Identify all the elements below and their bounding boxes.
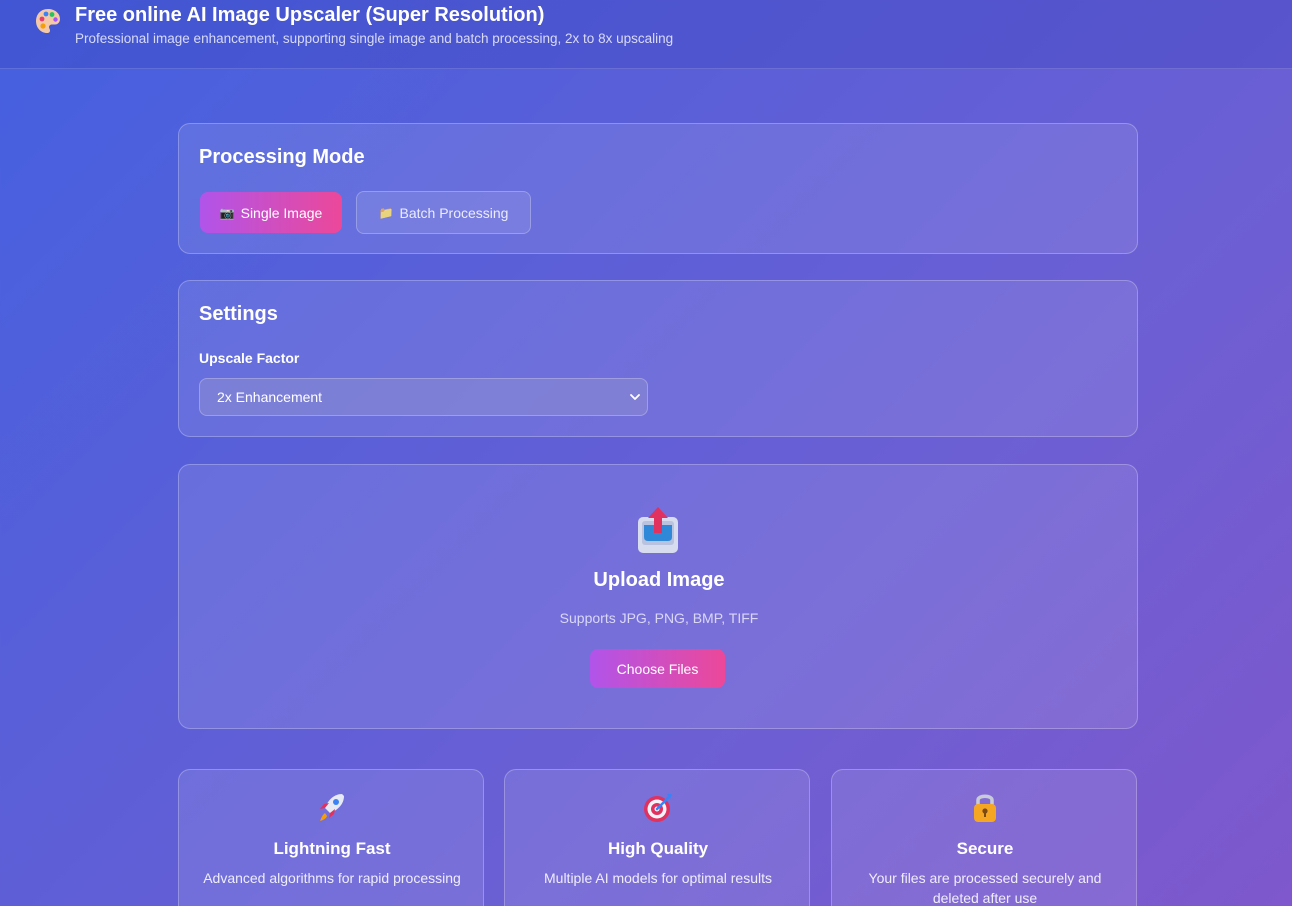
feature-card-quality: High Quality Multiple AI models for opti… xyxy=(504,769,810,906)
upload-tray-icon xyxy=(638,507,678,553)
settings-card: Settings Upscale Factor 2x Enhancement xyxy=(178,280,1138,437)
processing-mode-card: Processing Mode 📷 Single Image 📁 Batch P… xyxy=(178,123,1138,254)
app-header: Free online AI Image Upscaler (Super Res… xyxy=(0,0,1292,69)
feature-title: High Quality xyxy=(607,839,709,858)
feature-description: Multiple AI models for optimal results xyxy=(544,870,772,886)
chevron-down-icon xyxy=(630,394,640,400)
feature-description: Your files are processed securely and de… xyxy=(868,870,1102,906)
camera-icon: 📷 xyxy=(219,205,235,220)
choose-files-button[interactable]: Choose Files xyxy=(590,649,725,688)
upscale-factor-select[interactable]: 2x Enhancement xyxy=(199,378,648,416)
single-image-button[interactable]: 📷 Single Image xyxy=(200,192,342,233)
processing-mode-heading: Processing Mode xyxy=(199,146,365,168)
rocket-icon xyxy=(320,794,344,821)
feature-title: Secure xyxy=(956,839,1014,858)
feature-title: Lightning Fast xyxy=(273,839,391,858)
supported-formats-text: Supports JPG, PNG, BMP, TIFF xyxy=(559,610,759,626)
upload-title: Upload Image xyxy=(593,569,725,591)
page-subtitle: Professional image enhancement, supporti… xyxy=(75,31,674,46)
page-title: Free online AI Image Upscaler (Super Res… xyxy=(75,4,545,26)
batch-processing-button[interactable]: 📁 Batch Processing xyxy=(356,191,531,234)
settings-heading: Settings xyxy=(199,303,278,325)
batch-processing-label: Batch Processing xyxy=(399,204,509,221)
upload-dropzone[interactable]: Upload Image Supports JPG, PNG, BMP, TIF… xyxy=(178,464,1138,729)
upscale-factor-label: Upscale Factor xyxy=(199,350,300,366)
feature-description: Advanced algorithms for rapid processing xyxy=(203,870,461,886)
single-image-label: Single Image xyxy=(240,204,323,221)
folder-icon: 📁 xyxy=(378,205,394,220)
target-icon xyxy=(644,794,672,822)
feature-card-secure: Secure Your files are processed securely… xyxy=(831,769,1137,906)
palette-icon xyxy=(36,9,60,33)
upscale-factor-value: 2x Enhancement xyxy=(217,389,323,405)
lock-icon xyxy=(974,794,996,822)
feature-card-fast: Lightning Fast Advanced algorithms for r… xyxy=(178,769,484,906)
